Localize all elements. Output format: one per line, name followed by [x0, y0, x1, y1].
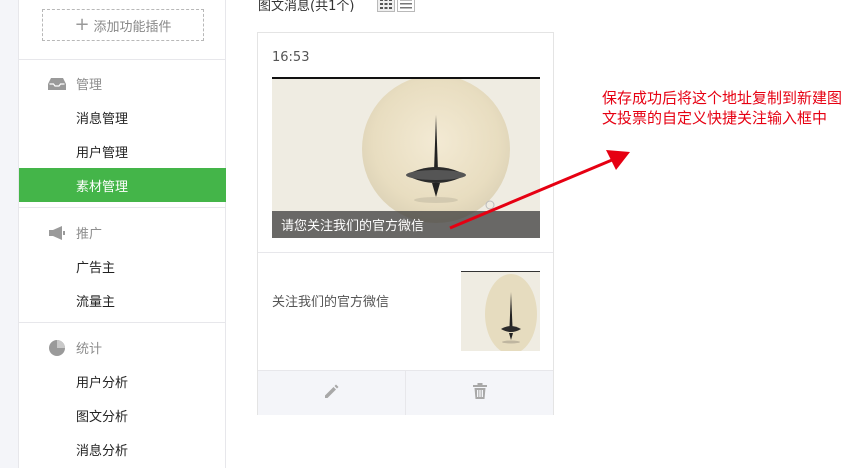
sub-article-thumbnail[interactable] [461, 271, 540, 351]
sidebar-item-material-manage[interactable]: 素材管理 [19, 168, 226, 202]
pie-chart-icon [47, 339, 67, 356]
section-head-manage: 管理 [47, 74, 102, 93]
section-title: 管理 [76, 78, 103, 93]
pencil-icon [323, 382, 341, 404]
sidebar-item-message-analysis[interactable]: 消息分析 [19, 432, 226, 466]
inbox-icon [47, 76, 67, 92]
view-toggle [377, 0, 415, 12]
cover-caption: 请您关注我们的官方微信 [272, 211, 540, 238]
sidebar-item-user-analysis[interactable]: 用户分析 [19, 364, 226, 398]
trash-icon [472, 382, 488, 404]
add-plugin-label: 添加功能插件 [93, 19, 172, 35]
list-view-icon[interactable] [397, 0, 415, 12]
article-time: 16:53 [272, 50, 310, 65]
delete-button[interactable] [405, 371, 553, 415]
add-plugin-button[interactable]: + 添加功能插件 [42, 9, 204, 41]
left-gutter [0, 0, 18, 468]
divider [19, 207, 225, 208]
grid-view-icon[interactable] [377, 0, 395, 12]
sidebar-item-advertiser[interactable]: 广告主 [19, 249, 226, 283]
divider [258, 252, 553, 253]
section-title: 统计 [76, 342, 103, 357]
divider [19, 59, 225, 60]
sidebar-item-publisher[interactable]: 流量主 [19, 283, 226, 317]
article-card[interactable]: 16:53 请您关注我们的官方微信 关注我们的官方微信 [257, 32, 554, 415]
section-head-promotion: 推广 [47, 223, 102, 242]
section-title: 推广 [76, 227, 103, 242]
card-actions [258, 370, 553, 415]
divider [19, 322, 225, 323]
cover-image[interactable]: 请您关注我们的官方微信 [272, 77, 540, 238]
page-title: 图文消息(共1个) [258, 0, 355, 14]
sidebar-item-message-manage[interactable]: 消息管理 [19, 100, 226, 134]
sidebar-item-user-manage[interactable]: 用户管理 [19, 134, 226, 168]
sub-article-title: 关注我们的官方微信 [272, 295, 390, 310]
spinning-top-thumbnail [461, 272, 540, 351]
plus-icon: + [74, 14, 90, 35]
section-head-statistics: 统计 [47, 338, 102, 357]
annotation-text: 保存成功后将这个地址复制到新建图文投票的自定义快捷关注输入框中 [602, 89, 843, 127]
sidebar: + 添加功能插件 管理 消息管理 用户管理 素材管理 推广 广告主 流量主 统计… [18, 0, 226, 468]
sidebar-item-article-analysis[interactable]: 图文分析 [19, 398, 226, 432]
edit-button[interactable] [258, 371, 405, 415]
megaphone-icon [47, 225, 67, 241]
